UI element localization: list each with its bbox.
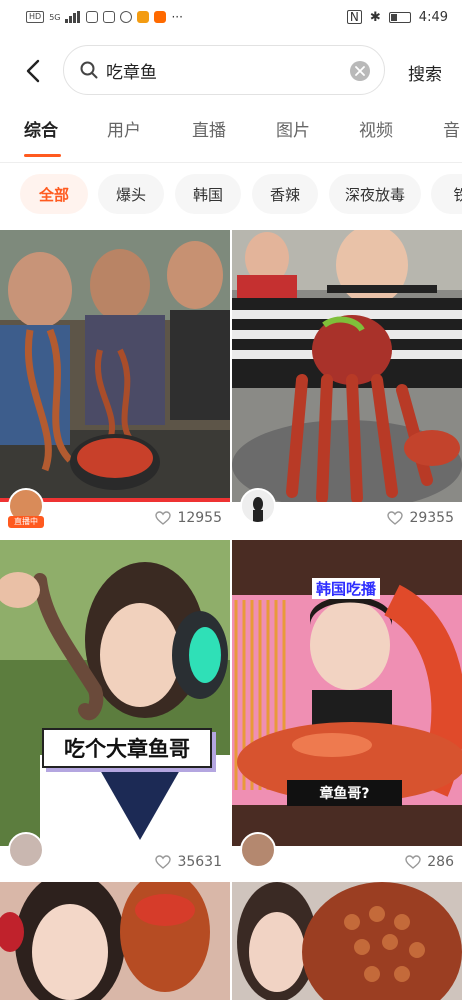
app-icon-3	[120, 11, 133, 23]
author-avatar[interactable]	[240, 832, 276, 868]
live-badge: 直播中	[8, 516, 44, 528]
card-meta: 35631	[0, 832, 230, 878]
chevron-left-icon	[26, 59, 40, 83]
overlay-top-label: 韩国吃播	[312, 578, 381, 599]
result-tabs: 综合 用户 直播 图片 视频 音	[0, 116, 462, 158]
result-card[interactable]	[232, 882, 462, 1000]
tab-videos[interactable]: 视频	[359, 116, 393, 141]
tab-comprehensive[interactable]: 综合	[24, 116, 58, 141]
tab-images[interactable]: 图片	[276, 116, 310, 141]
result-card[interactable]: 吃个大章鱼哥 35631	[0, 540, 230, 878]
filter-chips: 全部 爆头 韩国 香辣 深夜放毒 铁	[0, 174, 462, 216]
like-count[interactable]: 12955	[155, 510, 222, 526]
card-thumbnail	[0, 882, 230, 1000]
chip-iron[interactable]: 铁	[431, 174, 462, 214]
video-thumbnail-image	[0, 882, 230, 1000]
signal-icon	[65, 11, 81, 23]
heart-icon	[405, 855, 421, 869]
app-icon-4	[137, 11, 150, 23]
result-card[interactable]	[0, 882, 230, 1000]
search-button[interactable]: 搜索	[408, 60, 442, 85]
result-card[interactable]: 韩国吃播 章鱼哥? 286	[232, 540, 462, 878]
like-count-value: 286	[427, 854, 454, 870]
overlay-top-label-text: 韩国吃播	[316, 580, 377, 598]
clock: 4:49	[418, 9, 448, 25]
chip-korea[interactable]: 韩国	[175, 174, 241, 214]
card-thumbnail: 吃个大章鱼哥	[0, 540, 230, 846]
overlay-caption: 章鱼哥?	[287, 780, 402, 806]
search-header: 搜索	[0, 42, 462, 100]
overlay-caption-text: 章鱼哥?	[319, 786, 370, 802]
card-meta: 直播中 12955	[0, 488, 230, 536]
battery-icon	[388, 11, 411, 23]
like-count-value: 35631	[177, 854, 222, 870]
like-count[interactable]: 35631	[155, 854, 222, 870]
heart-icon	[155, 511, 172, 525]
video-thumbnail-image	[0, 540, 230, 846]
card-thumbnail	[232, 882, 462, 1000]
like-count-value: 12955	[177, 510, 222, 526]
network-tag: 5G	[49, 12, 61, 22]
card-thumbnail	[0, 230, 230, 502]
card-thumbnail	[232, 230, 462, 502]
card-meta: 286	[232, 832, 462, 878]
app-icon-1	[86, 11, 99, 23]
bluetooth-icon: ✱	[369, 9, 381, 25]
video-thumbnail-image	[232, 230, 462, 502]
more-notifications-icon: ···	[171, 10, 183, 24]
app-icon-2	[103, 11, 116, 23]
search-icon	[80, 61, 98, 79]
hd-tag: HD	[26, 11, 45, 23]
avatar-image	[242, 490, 274, 522]
search-results-page: HD 5G ··· N ✱ 4:49 搜索	[0, 0, 462, 1000]
heart-icon	[155, 855, 172, 869]
close-icon	[355, 66, 365, 76]
search-box[interactable]	[63, 45, 385, 95]
status-bar: HD 5G ··· N ✱ 4:49	[0, 0, 462, 34]
app-icon-5	[154, 11, 167, 23]
status-right: N ✱ 4:49	[346, 9, 448, 25]
active-tab-indicator	[24, 154, 61, 157]
card-thumbnail: 韩国吃播 章鱼哥?	[232, 540, 462, 846]
author-avatar[interactable]	[240, 488, 276, 524]
overlay-caption: 吃个大章鱼哥	[42, 728, 212, 768]
status-left: HD 5G ···	[26, 10, 183, 24]
chip-late-night[interactable]: 深夜放毒	[329, 174, 421, 214]
result-card[interactable]: 29355	[232, 230, 462, 536]
author-avatar[interactable]	[8, 832, 44, 868]
like-count-value: 29355	[409, 510, 454, 526]
result-card[interactable]: 直播中 12955	[0, 230, 230, 536]
chip-spicy[interactable]: 香辣	[252, 174, 318, 214]
tab-live[interactable]: 直播	[192, 116, 226, 141]
clear-search-button[interactable]	[350, 61, 370, 81]
video-thumbnail-image	[0, 230, 230, 502]
overlay-caption-text: 吃个大章鱼哥	[64, 737, 190, 761]
video-thumbnail-image	[232, 882, 462, 1000]
like-count[interactable]: 29355	[387, 510, 454, 526]
chip-all[interactable]: 全部	[20, 174, 88, 214]
nfc-icon: N	[346, 10, 362, 24]
tab-music[interactable]: 音	[443, 116, 460, 141]
search-input[interactable]	[106, 60, 336, 80]
chip-baotou[interactable]: 爆头	[98, 174, 164, 214]
like-count[interactable]: 286	[405, 854, 454, 870]
card-meta: 29355	[232, 488, 462, 536]
tab-users[interactable]: 用户	[107, 116, 141, 141]
heart-icon	[387, 511, 404, 525]
tabs-divider	[0, 162, 462, 163]
back-button[interactable]	[18, 51, 48, 91]
